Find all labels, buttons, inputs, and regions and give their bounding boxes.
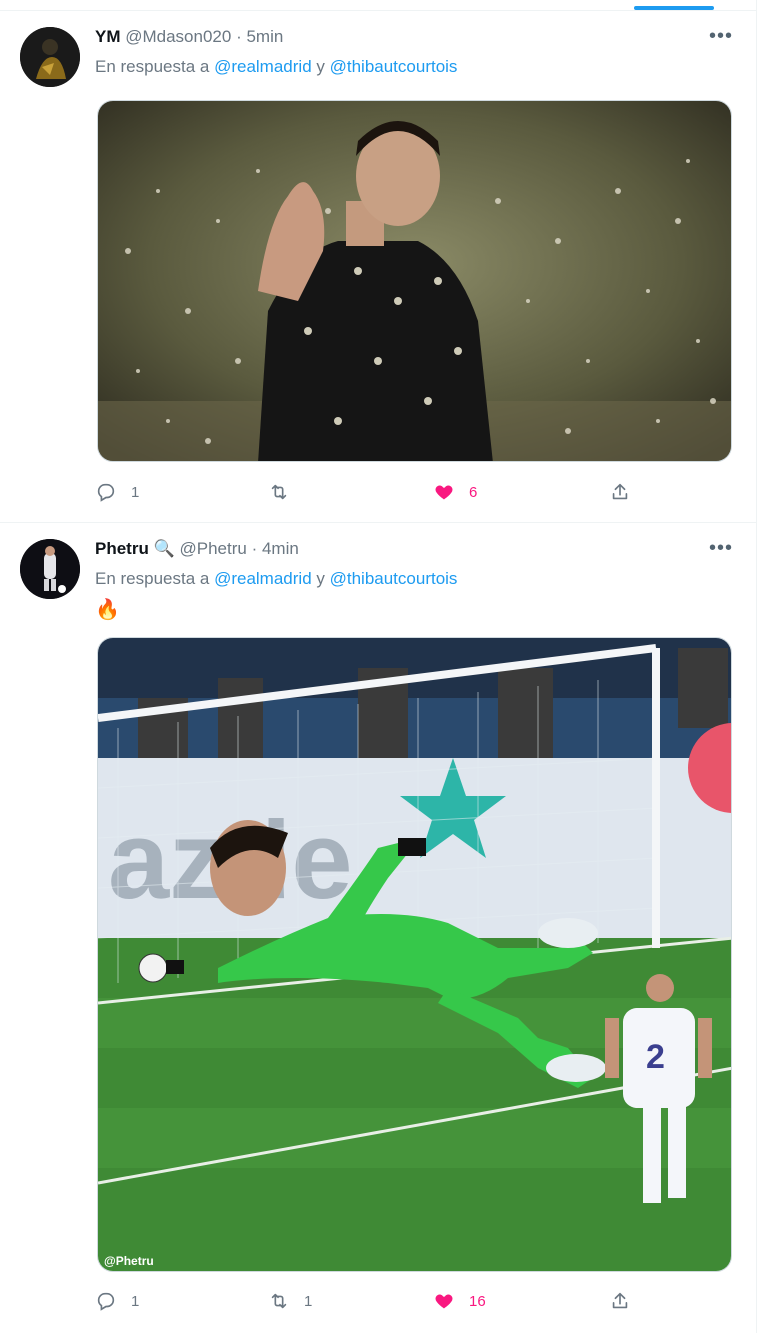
reply-count: 1 [131,1292,140,1310]
like-count: 6 [469,483,478,501]
timestamp[interactable]: 4min [262,539,299,558]
separator: · [231,27,247,46]
heart-icon [435,1294,453,1309]
mention-link[interactable]: @realmadrid [214,57,312,76]
reply-prefix: En respuesta a [95,57,215,76]
tweet-text: 🔥 [95,599,120,621]
reply-join: y [311,569,330,588]
mention-link[interactable]: @realmadrid [214,569,312,588]
tweet-actions: 1 1 16 [95,1288,655,1314]
mention-link[interactable]: @thibautcourtois [330,569,458,588]
timestamp[interactable]: 5min [246,27,283,46]
like-button[interactable]: 6 [433,479,477,505]
more-options-icon[interactable]: ••• [709,25,733,48]
avatar[interactable] [20,539,80,599]
retweet-button[interactable] [268,479,304,505]
svg-text:2: 2 [646,1038,665,1076]
avatar[interactable] [20,27,80,87]
tweet-image[interactable] [97,100,732,462]
retweet-count: 1 [304,1292,313,1310]
tweet-image[interactable]: azde [97,637,732,1272]
share-icon [612,1292,628,1309]
user-handle[interactable]: @Mdason020 [125,27,231,46]
reply-icon [97,1292,115,1311]
separator: · [246,539,262,558]
retweet-icon [271,484,287,500]
tweet-header: YM⁣ @Mdason020 · 5min [95,27,283,47]
retweet-icon [271,1293,287,1309]
heart-icon [435,485,453,500]
tweet[interactable]: YM⁣ @Mdason020 · 5min ••• En respuesta a… [0,11,757,523]
reply-button[interactable]: 1 [95,1288,139,1314]
like-count: 16 [469,1292,486,1310]
like-button[interactable]: 16 [433,1288,486,1314]
reply-context: En respuesta a @realmadrid y @thibautcou… [95,57,457,77]
reply-join: y [311,57,330,76]
reply-button[interactable]: 1 [95,479,139,505]
reply-prefix: En respuesta a [95,569,215,588]
reply-context: En respuesta a @realmadrid y @thibautcou… [95,569,457,589]
reply-count: 1 [131,483,140,501]
user-handle[interactable]: @Phetru [179,539,246,558]
mention-link[interactable]: @thibautcourtois [330,57,458,76]
display-name[interactable]: Phetru [95,539,149,558]
share-icon [612,483,628,500]
share-button[interactable] [609,1288,631,1314]
search-icon: 🔍 [153,539,175,558]
tweet-header: Phetru 🔍 @Phetru · 4min [95,539,299,559]
retweet-button[interactable]: 1 [268,1288,312,1314]
more-options-icon[interactable]: ••• [709,537,733,560]
timeline: YM⁣ @Mdason020 · 5min ••• En respuesta a… [0,0,757,1333]
tweet-actions: 1 6 [95,479,655,505]
tweet[interactable]: Phetru 🔍 @Phetru · 4min ••• En respuesta… [0,523,757,1333]
watermark: @Phetru [104,1254,154,1268]
reply-icon [97,483,115,502]
share-button[interactable] [609,479,631,505]
display-name[interactable]: YM⁣ [95,27,121,46]
